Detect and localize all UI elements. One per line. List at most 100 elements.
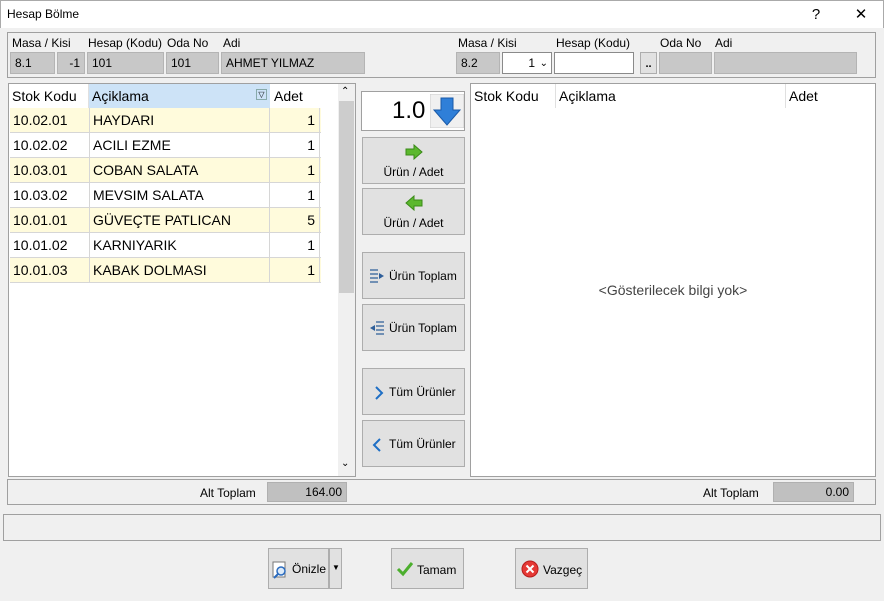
chevron-down-icon: ⌄ (539, 58, 548, 69)
preview-dropdown-button[interactable]: ▼ (329, 548, 342, 589)
left-hesap-kodu-label: Hesap (Kodu) (88, 36, 163, 50)
filter-icon[interactable]: ▽ (256, 89, 267, 100)
quantity-value: 1.0 (392, 97, 426, 124)
move-all-left-label: Tüm Ürünler (389, 437, 456, 451)
move-product-qty-left-label: Ürün / Adet (383, 216, 444, 230)
table-row[interactable]: 10.01.02 KARNIYARIK 1 (10, 233, 321, 258)
preview-icon (272, 561, 286, 579)
window-title: Hesap Bölme (7, 7, 80, 21)
right-kisi-value: 1 (528, 56, 535, 70)
move-all-left-button[interactable]: Tüm Ürünler (362, 420, 465, 467)
right-subtotal-label: Alt Toplam (703, 486, 759, 500)
right-adi-label: Adi (715, 36, 733, 50)
cell-adet: 1 (270, 158, 320, 182)
scrollbar-thumb[interactable] (339, 101, 354, 293)
ok-label: Tamam (417, 563, 457, 577)
indent-right-icon (370, 269, 384, 283)
indent-left-icon (370, 321, 384, 335)
left-grid-body: 10.02.01 HAYDARI 1 10.02.02 ACILI EZME 1 10.03… (10, 108, 321, 283)
move-product-qty-right-label: Ürün / Adet (383, 165, 444, 179)
quantity-box[interactable]: 1.0 (361, 91, 465, 131)
table-row[interactable]: 10.03.02 MEVSIM SALATA 1 (10, 183, 321, 208)
arrow-right-green-icon (405, 144, 423, 160)
right-adi-field (714, 52, 857, 74)
status-bar (3, 514, 881, 541)
arrow-down-icon[interactable] (430, 94, 464, 128)
right-hesap-kodu-label: Hesap (Kodu) (556, 36, 631, 50)
right-grid-header: Stok Kodu Açiklama Adet (471, 84, 875, 108)
cell-stok-kodu: 10.02.01 (10, 108, 90, 132)
left-adi-label: Adi (223, 36, 241, 50)
scroll-up-icon[interactable]: ⌃ (341, 86, 349, 97)
table-row[interactable]: 10.02.02 ACILI EZME 1 (10, 133, 321, 158)
cell-adet: 1 (270, 258, 320, 282)
table-row[interactable]: 10.03.01 COBAN SALATA 1 (10, 158, 321, 183)
right-masa-kisi-label: Masa / Kisi (458, 36, 517, 50)
arrow-left-green-icon (405, 195, 423, 211)
cancel-icon (521, 560, 539, 578)
cell-stok-kodu: 10.03.01 (10, 158, 90, 182)
cell-aciklama: ACILI EZME (90, 133, 270, 157)
cell-aciklama: KABAK DOLMASI (90, 258, 270, 282)
cell-aciklama: MEVSIM SALATA (90, 183, 270, 207)
scroll-down-icon[interactable]: ⌄ (341, 458, 349, 469)
cell-adet: 1 (270, 108, 320, 132)
right-col-adet[interactable]: Adet (786, 84, 866, 108)
right-kisi-select[interactable]: 1 ⌄ (502, 52, 552, 74)
left-masa-field: 8.1 (10, 52, 55, 74)
cell-aciklama: GÜVEÇTE PATLICAN (90, 208, 270, 232)
close-button[interactable]: ✕ (846, 3, 876, 27)
hesap-lookup-button[interactable]: .. (640, 52, 657, 74)
cell-adet: 1 (270, 183, 320, 207)
cancel-button[interactable]: Vazgeç (515, 548, 588, 589)
left-kisi-field: -1 (57, 52, 85, 74)
left-oda-no-field: 101 (166, 52, 219, 74)
left-grid-scrollbar[interactable]: ⌃ ⌄ (338, 84, 355, 476)
col-stok-kodu[interactable]: Stok Kodu (9, 84, 89, 108)
chevron-right-icon (375, 386, 384, 400)
right-subtotal-value: 0.00 (773, 482, 854, 502)
left-oda-no-label: Oda No (167, 36, 209, 50)
cell-aciklama: COBAN SALATA (90, 158, 270, 182)
right-masa-field: 8.2 (456, 52, 500, 74)
right-col-aciklama[interactable]: Açiklama (556, 84, 786, 108)
checkmark-icon (396, 562, 414, 577)
table-row[interactable]: 10.02.01 HAYDARI 1 (10, 108, 321, 133)
col-aciklama[interactable]: Açiklama (89, 84, 270, 108)
cell-stok-kodu: 10.01.03 (10, 258, 90, 282)
table-row[interactable]: 10.01.01 GÜVEÇTE PATLICAN 5 (10, 208, 321, 233)
cancel-label: Vazgeç (543, 563, 583, 577)
move-product-total-right-label: Ürün Toplam (389, 269, 457, 283)
ok-button[interactable]: Tamam (391, 548, 464, 589)
move-product-qty-right-button[interactable]: Ürün / Adet (362, 137, 465, 184)
move-all-right-button[interactable]: Tüm Ürünler (362, 368, 465, 415)
right-oda-no-label: Oda No (660, 36, 702, 50)
cell-stok-kodu: 10.02.02 (10, 133, 90, 157)
cell-adet: 1 (270, 133, 320, 157)
cell-aciklama: HAYDARI (90, 108, 270, 132)
empty-grid-message: <Gösterilecek bilgi yok> (598, 282, 748, 298)
title-bar: Hesap Bölme ? ✕ (0, 0, 884, 28)
left-grid-header: Stok Kodu Açiklama ▽ Adet (9, 84, 339, 108)
move-all-right-label: Tüm Ürünler (389, 385, 456, 399)
left-subtotal-value: 164.00 (267, 482, 347, 502)
move-product-total-right-button[interactable]: Ürün Toplam (362, 252, 465, 299)
right-col-stok-kodu[interactable]: Stok Kodu (471, 84, 556, 108)
right-hesap-kodu-input[interactable] (554, 52, 634, 74)
cell-adet: 1 (270, 233, 320, 257)
col-adet[interactable]: Adet (271, 84, 331, 108)
right-items-grid: Stok Kodu Açiklama Adet <Gösterilecek bi… (470, 83, 876, 477)
left-masa-kisi-label: Masa / Kisi (12, 36, 71, 50)
move-product-total-left-label: Ürün Toplam (389, 321, 457, 335)
cell-stok-kodu: 10.01.01 (10, 208, 90, 232)
cell-stok-kodu: 10.03.02 (10, 183, 90, 207)
left-items-grid: Stok Kodu Açiklama ▽ Adet 10.02.01 HAYDAR… (8, 83, 356, 477)
preview-button[interactable]: Önizle (268, 548, 329, 589)
right-oda-no-field (659, 52, 712, 74)
help-button[interactable]: ? (801, 3, 831, 27)
table-row[interactable]: 10.01.03 KABAK DOLMASI 1 (10, 258, 321, 283)
left-hesap-kodu-field: 101 (87, 52, 164, 74)
move-product-total-left-button[interactable]: Ürün Toplam (362, 304, 465, 351)
chevron-left-icon (372, 438, 381, 452)
move-product-qty-left-button[interactable]: Ürün / Adet (362, 188, 465, 235)
